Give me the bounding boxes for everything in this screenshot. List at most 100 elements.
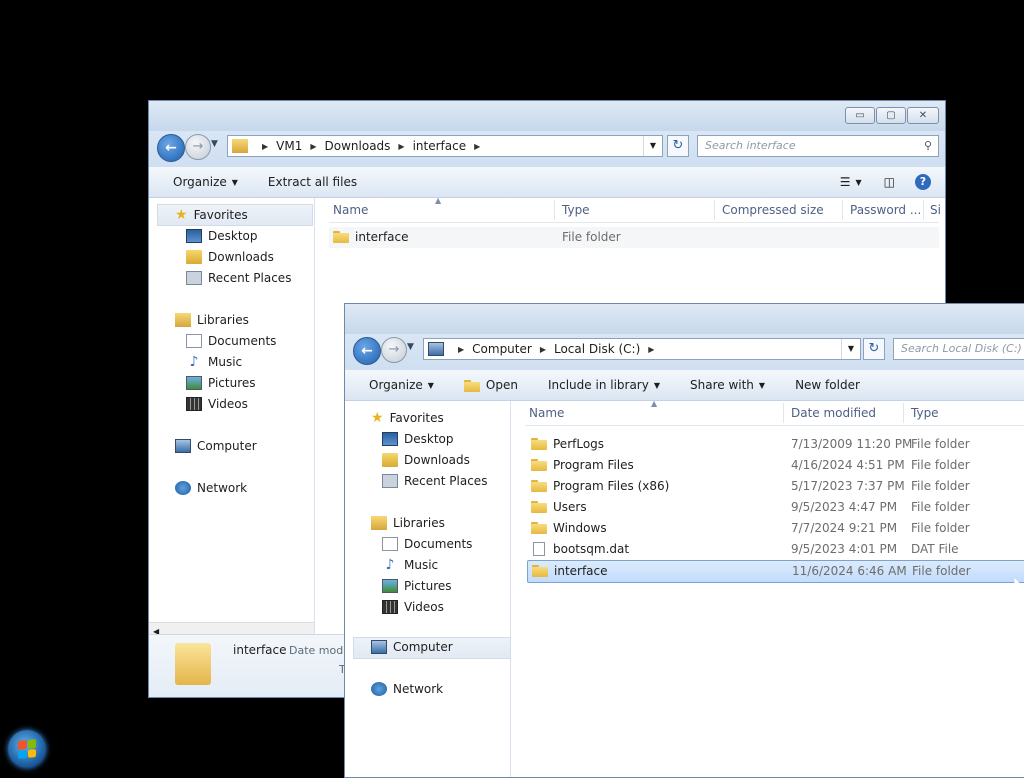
- nav-label: Music: [404, 558, 439, 572]
- table-row[interactable]: Program Files (x86) 5/17/2023 7:37 PM File…: [527, 476, 1024, 497]
- nav-videos[interactable]: Videos: [186, 397, 248, 411]
- open-button[interactable]: Open: [450, 378, 534, 392]
- col-compressed-size[interactable]: Compressed size: [722, 203, 824, 217]
- nav-favorites[interactable]: ★ Favorites: [371, 410, 444, 426]
- breadcrumb: ▶ Computer ▶ Local Disk (C:) ▶: [450, 342, 662, 356]
- col-name[interactable]: Name: [529, 406, 564, 420]
- nav-downloads[interactable]: Downloads: [382, 453, 470, 467]
- col-type[interactable]: Type: [562, 203, 590, 217]
- nav-downloads[interactable]: Downloads: [186, 250, 274, 264]
- network-icon: [175, 481, 191, 495]
- forward-button[interactable]: →: [185, 134, 211, 160]
- back-maximize-button[interactable]: ▢: [876, 107, 906, 124]
- back-title-bar[interactable]: ▭ ▢ ✕: [149, 101, 945, 131]
- breadcrumb-item[interactable]: VM1: [276, 139, 302, 153]
- star-icon: ★: [175, 207, 188, 223]
- back-address-bar[interactable]: ▶ VM1 ▶ Downloads ▶ interface ▶ ▼: [227, 135, 663, 157]
- refresh-button[interactable]: ↻: [863, 338, 885, 360]
- breadcrumb-item[interactable]: Downloads: [325, 139, 391, 153]
- nav-music[interactable]: ♪ Music: [382, 558, 439, 572]
- nav-label: Network: [197, 481, 248, 495]
- preview-pane-button[interactable]: ◫: [870, 175, 909, 189]
- nav-label: Desktop: [208, 229, 258, 243]
- breadcrumb-arrow-icon[interactable]: ▶: [648, 345, 654, 354]
- table-row[interactable]: interface File folder: [329, 227, 939, 248]
- search-icon[interactable]: ⚲: [924, 136, 932, 156]
- nav-label: Favorites: [193, 208, 248, 222]
- nav-music[interactable]: ♪ Music: [186, 355, 243, 369]
- nav-desktop[interactable]: Desktop: [186, 229, 258, 243]
- row-name-text: Users: [553, 500, 587, 514]
- col-name[interactable]: Name: [333, 203, 368, 217]
- col-size[interactable]: Si: [930, 203, 941, 217]
- row-type: DAT File: [911, 542, 959, 556]
- nav-label: Desktop: [404, 432, 454, 446]
- breadcrumb-arrow-icon[interactable]: ▶: [474, 142, 480, 151]
- back-button[interactable]: ←: [157, 134, 185, 162]
- breadcrumb-arrow-icon[interactable]: ▶: [262, 142, 268, 151]
- organize-button[interactable]: Organize ▼: [149, 175, 254, 189]
- extract-all-files-button[interactable]: Extract all files: [254, 175, 373, 189]
- breadcrumb-item[interactable]: interface: [413, 139, 467, 153]
- cmd-label: Extract all files: [267, 175, 358, 189]
- computer-icon: [371, 640, 387, 654]
- address-dropdown-icon[interactable]: ▼: [841, 339, 860, 359]
- nav-documents[interactable]: Documents: [186, 334, 276, 348]
- front-address-bar[interactable]: ▶ Computer ▶ Local Disk (C:) ▶ ▼: [423, 338, 861, 360]
- search-placeholder: Search interface: [705, 139, 796, 152]
- nav-videos[interactable]: Videos: [382, 600, 444, 614]
- table-row[interactable]: Windows 7/7/2024 9:21 PM File folder: [527, 518, 1024, 539]
- col-type[interactable]: Type: [911, 406, 939, 420]
- view-options-button[interactable]: ☰ ▼: [832, 175, 870, 189]
- forward-button[interactable]: →: [381, 337, 407, 363]
- breadcrumb-arrow-icon[interactable]: ▶: [310, 142, 316, 151]
- address-dropdown-icon[interactable]: ▼: [643, 136, 662, 156]
- help-button[interactable]: ?: [909, 174, 945, 190]
- back-search-input[interactable]: Search interface ⚲: [697, 135, 939, 157]
- nav-documents[interactable]: Documents: [382, 537, 472, 551]
- nav-recent-places[interactable]: Recent Places: [382, 474, 487, 488]
- nav-desktop[interactable]: Desktop: [382, 432, 454, 446]
- new-folder-button[interactable]: New folder: [781, 378, 876, 392]
- col-date-modified[interactable]: Date modified: [791, 406, 876, 420]
- back-minimize-button[interactable]: ▭: [845, 107, 875, 124]
- breadcrumb-arrow-icon[interactable]: ▶: [398, 142, 404, 151]
- col-password[interactable]: Password ...: [850, 203, 921, 217]
- nav-network[interactable]: Network: [175, 481, 247, 495]
- breadcrumb-item[interactable]: Local Disk (C:): [554, 342, 640, 356]
- breadcrumb-item[interactable]: Computer: [472, 342, 532, 356]
- history-dropdown-icon[interactable]: ▼: [211, 139, 218, 149]
- nav-favorites[interactable]: ★ Favorites: [175, 207, 248, 223]
- back-button[interactable]: ←: [353, 337, 381, 365]
- nav-computer[interactable]: Computer: [371, 640, 453, 654]
- table-row[interactable]: Program Files 4/16/2024 4:51 PM File folde…: [527, 455, 1024, 476]
- nav-pictures[interactable]: Pictures: [382, 579, 452, 593]
- folder-icon: [333, 230, 349, 243]
- table-row[interactable]: PerfLogs 7/13/2009 11:20 PM File folder: [527, 434, 1024, 455]
- back-close-button[interactable]: ✕: [907, 107, 939, 124]
- row-date: 5/17/2023 7:37 PM: [791, 479, 905, 493]
- organize-button[interactable]: Organize ▼: [345, 378, 450, 392]
- front-title-bar[interactable]: [345, 304, 1024, 334]
- start-button[interactable]: [8, 730, 46, 768]
- nav-pictures[interactable]: Pictures: [186, 376, 256, 390]
- table-row[interactable]: bootsqm.dat 9/5/2023 4:01 PM DAT File: [527, 539, 1024, 560]
- row-name-text: Program Files (x86): [553, 479, 670, 493]
- nav-libraries[interactable]: Libraries: [175, 313, 249, 327]
- nav-recent-places[interactable]: Recent Places: [186, 271, 291, 285]
- nav-libraries[interactable]: Libraries: [371, 516, 445, 530]
- nav-computer[interactable]: Computer: [175, 439, 257, 453]
- breadcrumb-arrow-icon[interactable]: ▶: [540, 345, 546, 354]
- share-with-button[interactable]: Share with ▼: [676, 378, 781, 392]
- nav-label: Documents: [404, 537, 473, 551]
- include-in-library-button[interactable]: Include in library ▼: [534, 378, 676, 392]
- front-search-input[interactable]: Search Local Disk (C:): [893, 338, 1024, 360]
- row-type: File folder: [911, 521, 970, 535]
- breadcrumb-arrow-icon[interactable]: ▶: [458, 345, 464, 354]
- history-dropdown-icon[interactable]: ▼: [407, 342, 414, 352]
- table-row[interactable]: Users 9/5/2023 4:47 PM File folder: [527, 497, 1024, 518]
- table-row[interactable]: interface 11/6/2024 6:46 AM File folder: [527, 560, 1024, 583]
- nav-network[interactable]: Network: [371, 682, 443, 696]
- front-navigation-pane: ★ Favorites Desktop Downloads Recent Plac…: [345, 401, 511, 777]
- refresh-button[interactable]: ↻: [667, 135, 689, 157]
